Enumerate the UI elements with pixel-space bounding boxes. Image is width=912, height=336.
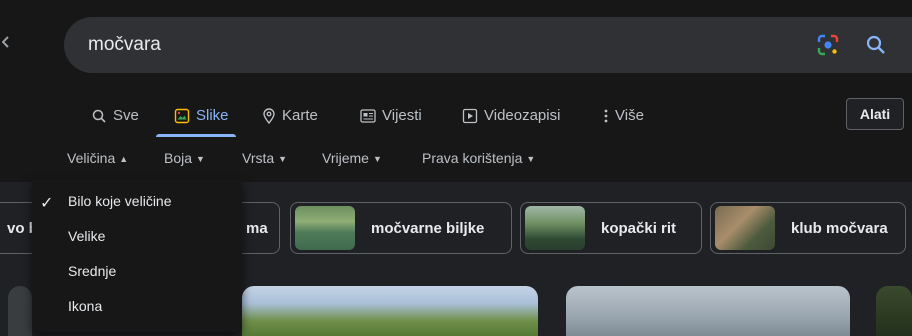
caret-down-icon: ▼ bbox=[372, 154, 382, 164]
search-tabs: Sve Slike Karte Vijesti Videozapisi Više… bbox=[0, 90, 912, 138]
more-vert-icon bbox=[604, 109, 608, 122]
chip-label: kopački rit bbox=[601, 219, 677, 237]
play-icon bbox=[462, 108, 478, 123]
filter-type[interactable]: Vrsta ▼ bbox=[242, 150, 287, 166]
caret-down-icon: ▼ bbox=[196, 154, 205, 164]
related-chip[interactable]: klub močvara bbox=[710, 202, 906, 254]
chip-label: močvarne biljke bbox=[371, 219, 485, 237]
search-input[interactable]: močvara bbox=[88, 34, 161, 56]
tab-maps[interactable]: Karte bbox=[262, 107, 318, 124]
tab-videos[interactable]: Videozapisi bbox=[462, 107, 560, 124]
filter-bar: Veličina ▲ Boja ▼ Vrsta ▼ Vrijeme ▼ Prava ko… bbox=[0, 138, 912, 182]
caret-up-icon: ▲ bbox=[119, 154, 129, 164]
checkmark-icon: ✓ bbox=[40, 195, 54, 212]
chip-thumbnail bbox=[525, 206, 585, 250]
google-lens-icon[interactable] bbox=[816, 33, 840, 57]
tab-label: Vijesti bbox=[382, 107, 422, 124]
menu-item-medium[interactable]: Srednje bbox=[68, 263, 116, 279]
menu-item-large[interactable]: Velike bbox=[68, 228, 105, 244]
size-dropdown-menu: ✓ Bilo koje veličine Velike Srednje Ikon… bbox=[32, 180, 242, 332]
chevron-left-icon[interactable] bbox=[1, 34, 12, 55]
tab-label: Slike bbox=[196, 107, 229, 124]
news-icon bbox=[360, 108, 376, 123]
filter-label: Vrsta bbox=[242, 150, 275, 166]
related-chip[interactable]: močvarne biljke bbox=[290, 202, 512, 254]
location-pin-icon bbox=[263, 107, 275, 124]
active-tab-indicator bbox=[156, 134, 236, 137]
menu-item-any-size[interactable]: Bilo koje veličine bbox=[68, 193, 172, 209]
chip-label: ma bbox=[246, 219, 268, 237]
header-bar: močvara bbox=[0, 0, 912, 90]
filter-label: Prava korištenja bbox=[422, 150, 523, 166]
caret-down-icon: ▼ bbox=[526, 154, 536, 164]
tab-label: Videozapisi bbox=[484, 107, 561, 124]
image-result[interactable] bbox=[566, 286, 850, 336]
filter-color[interactable]: Boja ▼ bbox=[164, 150, 205, 166]
menu-item-icon[interactable]: Ikona bbox=[68, 298, 102, 314]
tab-images[interactable]: Slike bbox=[174, 107, 229, 124]
filter-size[interactable]: Veličina ▲ bbox=[67, 150, 128, 166]
search-icon bbox=[92, 109, 106, 123]
filter-label: Veličina bbox=[67, 150, 116, 166]
chip-thumbnail bbox=[295, 206, 355, 250]
chip-thumbnail bbox=[715, 206, 775, 250]
tab-label: Više bbox=[615, 107, 644, 124]
image-result[interactable] bbox=[876, 286, 912, 336]
image-icon bbox=[174, 108, 190, 123]
filter-time[interactable]: Vrijeme ▼ bbox=[322, 150, 382, 166]
filter-usage-rights[interactable]: Prava korištenja ▼ bbox=[422, 150, 535, 166]
chip-label: klub močvara bbox=[791, 219, 888, 237]
tab-label: Karte bbox=[282, 107, 318, 124]
tab-label: Sve bbox=[113, 107, 139, 124]
related-chip[interactable]: kopački rit bbox=[520, 202, 702, 254]
filter-label: Boja bbox=[164, 150, 193, 166]
tab-all[interactable]: Sve bbox=[91, 107, 139, 124]
caret-down-icon: ▼ bbox=[278, 154, 288, 164]
tools-button[interactable]: Alati bbox=[846, 98, 904, 130]
tab-news[interactable]: Vijesti bbox=[360, 107, 422, 124]
filter-label: Vrijeme bbox=[322, 150, 369, 166]
search-box[interactable]: močvara bbox=[64, 17, 912, 73]
tab-more[interactable]: Više bbox=[603, 107, 644, 124]
search-icon[interactable] bbox=[864, 33, 888, 57]
image-result[interactable] bbox=[8, 286, 32, 336]
image-result[interactable] bbox=[242, 286, 538, 336]
